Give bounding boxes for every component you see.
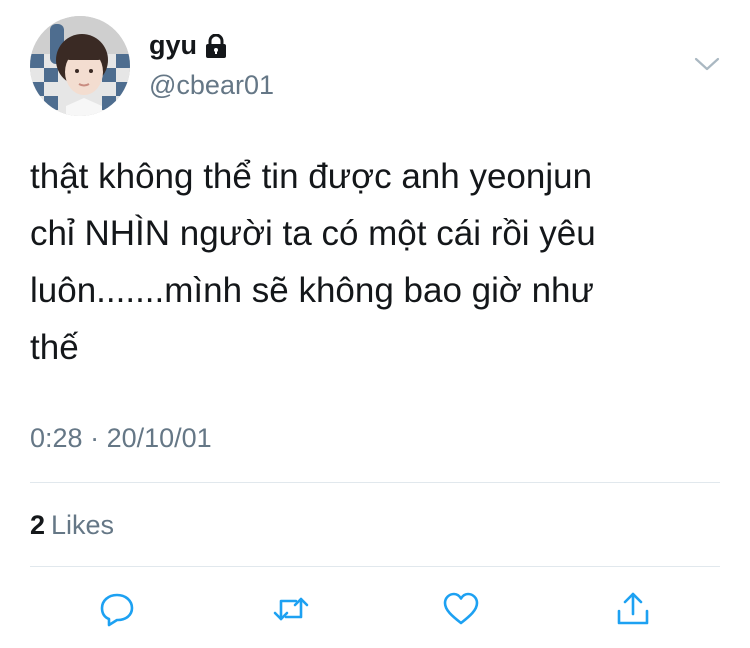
likes-label: Likes bbox=[51, 510, 115, 540]
tweet-timestamp[interactable]: 0:28 · 20/10/01 bbox=[30, 423, 212, 454]
chevron-down-icon[interactable] bbox=[694, 54, 720, 74]
likes-stat[interactable]: 2 Likes bbox=[30, 510, 114, 541]
share-button[interactable] bbox=[612, 588, 654, 630]
tweet-date: 20/10/01 bbox=[106, 423, 212, 453]
reply-button[interactable] bbox=[96, 588, 138, 630]
tweet-line: chỉ NHÌN người ta có một cái rồi yêu bbox=[30, 214, 596, 253]
tweet-line: thế bbox=[30, 328, 79, 367]
retweet-icon bbox=[273, 597, 309, 621]
reply-icon bbox=[100, 593, 134, 627]
share-icon bbox=[617, 592, 649, 625]
like-button[interactable] bbox=[440, 588, 482, 630]
likes-count: 2 bbox=[30, 510, 46, 540]
meta-separator: · bbox=[90, 423, 100, 453]
tweet-line: thật không thể tin được anh yeonjun bbox=[30, 157, 593, 196]
display-name[interactable]: gyu bbox=[149, 30, 227, 61]
lock-icon bbox=[205, 33, 227, 58]
user-handle[interactable]: @cbear01 bbox=[149, 70, 274, 101]
like-icon bbox=[443, 592, 479, 625]
avatar[interactable] bbox=[30, 16, 130, 116]
divider bbox=[30, 566, 720, 567]
profile-photo bbox=[30, 16, 130, 116]
tweet-line: luôn.......mình sẽ không bao giờ như bbox=[30, 271, 594, 310]
retweet-button[interactable] bbox=[270, 588, 312, 630]
display-name-text: gyu bbox=[149, 30, 198, 60]
divider bbox=[30, 482, 720, 483]
tweet-text: thật không thể tin được anh yeonjun chỉ … bbox=[30, 148, 720, 376]
tweet-time: 0:28 bbox=[30, 423, 83, 453]
